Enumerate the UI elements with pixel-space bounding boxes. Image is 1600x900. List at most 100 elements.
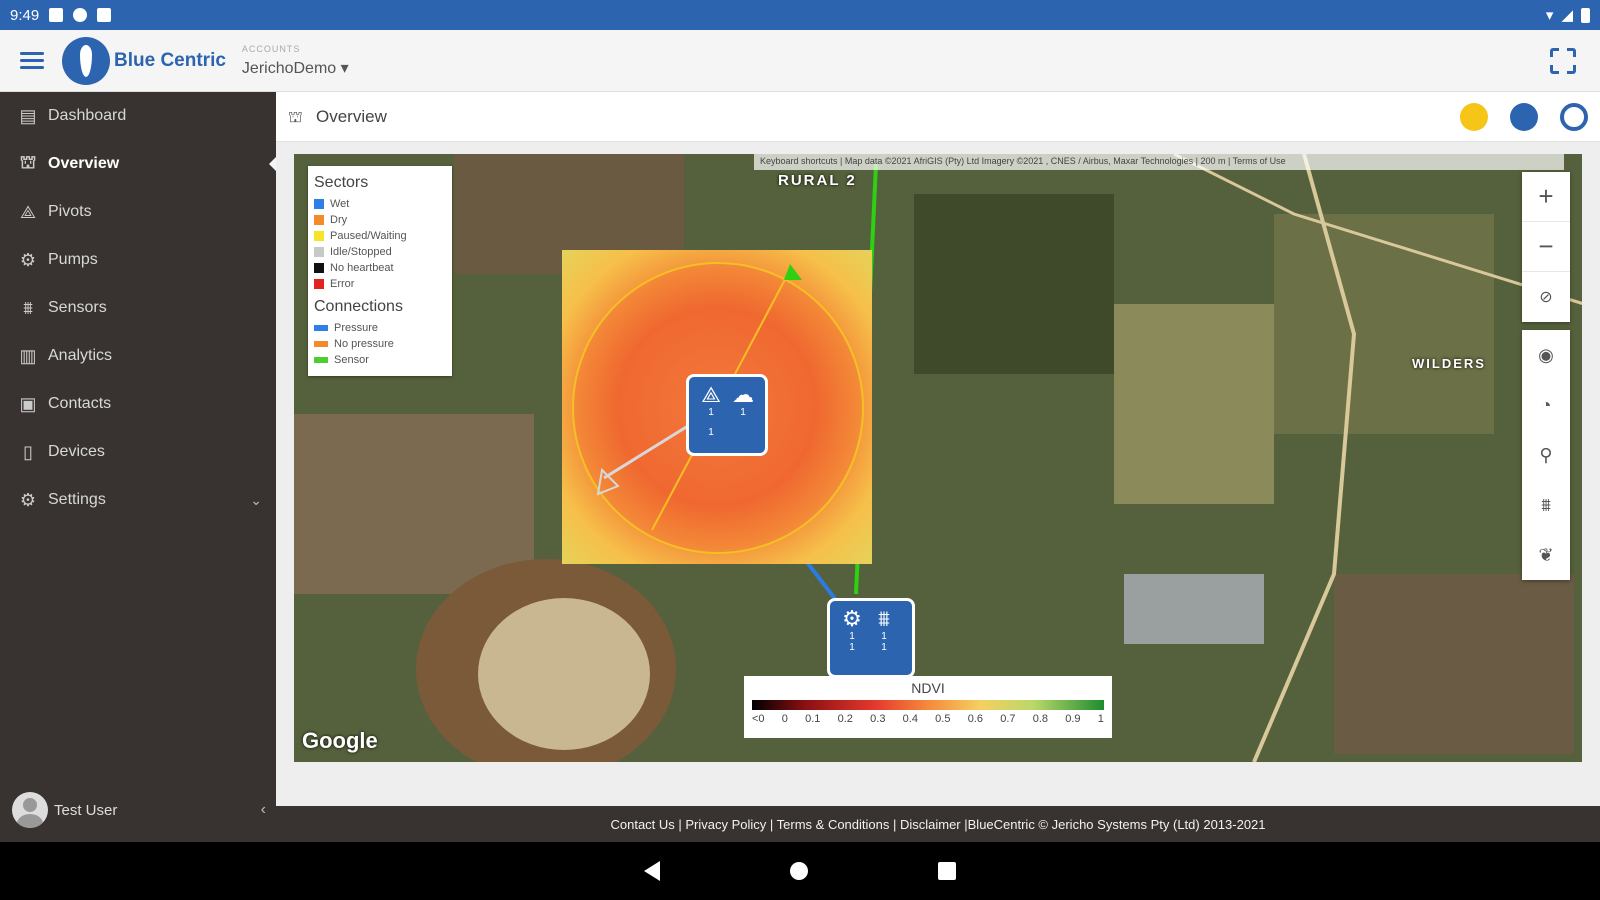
ndvi-ticks: <0 0 0.1 0.2 0.3 0.4 0.5 0.6 0.7 0.8 0.9 1 [752, 713, 1104, 725]
home-button[interactable] [790, 862, 808, 880]
sensor-idle-count: 1 [881, 642, 887, 653]
pivot-device-card[interactable]: ⟁ 1 ☁ 1 1 [686, 374, 768, 456]
pump-icon: ⚙ [19, 249, 37, 270]
notification-icon [49, 8, 64, 22]
legend-item: Idle/Stopped [314, 244, 446, 260]
sidebar-item-label: Devices [48, 443, 105, 460]
overview-icon: ⛫ [19, 152, 37, 172]
sidebar-item-label: Settings [48, 491, 106, 508]
sidebar-item-label: Pumps [48, 251, 98, 268]
recents-button[interactable] [938, 862, 956, 880]
legend-item: Dry [314, 212, 446, 228]
legend-item: No heartbeat [314, 260, 446, 276]
app-logo: Blue Centric [62, 36, 226, 85]
sidebar-item-overview[interactable]: ⛫ Overview [0, 140, 277, 188]
zoom-out-button[interactable]: − [1522, 222, 1570, 272]
ndvi-legend: NDVI <0 0 0.1 0.2 0.3 0.4 0.5 0.6 0.7 0.8 0.9… [744, 676, 1112, 738]
rain-cloud-icon: ☁ [732, 382, 754, 407]
location-pin-icon[interactable]: ⚲ [1522, 430, 1570, 480]
globe-icon[interactable] [1510, 102, 1538, 131]
google-logo: Google [302, 728, 378, 753]
sidebar-item-label: Pivots [48, 203, 92, 220]
page-title: Overview [316, 106, 387, 126]
pump-online-count: 1 [849, 631, 855, 642]
sidebar-item-label: Dashboard [48, 107, 127, 124]
map-attribution[interactable]: Keyboard shortcuts | Map data ©2021 Afri… [754, 154, 1564, 170]
sidebar-item-pivots[interactable]: ⟁ Pivots [0, 188, 276, 236]
status-time: 9:49 [10, 6, 40, 24]
account-label: ACCOUNTS [241, 43, 301, 54]
map-legend: Sectors Wet Dry Paused/Waiting Idle/Stop… [308, 166, 452, 376]
app-header: Blue Centric ACCOUNTS JerichoDemo ▾ [0, 30, 1600, 92]
weather-icon[interactable] [1460, 102, 1488, 131]
pump-idle-count: 1 [849, 642, 855, 653]
sidebar-item-label: Sensors [48, 299, 107, 316]
ndvi-title: NDVI [911, 680, 945, 696]
overview-icon: ⛫ [288, 108, 303, 126]
footer-links[interactable]: Contact Us | Privacy Policy | Terms & Co… [276, 806, 1600, 842]
chevron-down-icon[interactable]: ⌄ [250, 492, 262, 509]
sidebar-item-settings[interactable]: ⚙ Settings ⌄ [0, 476, 276, 524]
sidebar-item-sensors[interactable]: ⩩ Sensors [0, 284, 276, 332]
legend-item: Error [314, 276, 446, 292]
legend-item: Wet [314, 196, 446, 212]
pivot-online-count: 1 [708, 407, 714, 418]
analytics-icon: ▥ [19, 345, 37, 366]
sd-card-icon [97, 8, 112, 22]
water-drop-logo-icon [62, 36, 110, 85]
dashboard-icon: ▤ [19, 105, 37, 126]
pivot-icon: ⟁ [19, 201, 37, 222]
sidebar-item-analytics[interactable]: ▥ Analytics [0, 332, 276, 380]
sectors-icon[interactable]: ◔ [1522, 380, 1570, 430]
satellite-map[interactable]: Keyboard shortcuts | Map data ©2021 Afri… [294, 154, 1582, 762]
page-header: ⛫ Overview [276, 92, 1600, 142]
back-button[interactable] [644, 861, 660, 881]
connections-icon[interactable]: ⩩ [1522, 480, 1570, 530]
pump-device-card[interactable]: ⚙ 1 1 ⩩ 1 1 [827, 598, 915, 678]
sidebar-item-label: Contacts [48, 395, 112, 412]
menu-icon[interactable] [20, 48, 44, 73]
pump-icon: ⚙ [842, 606, 862, 631]
map-imagery [294, 154, 1582, 762]
account-selector[interactable]: ACCOUNTS JerichoDemo ▾ [242, 44, 349, 78]
account-dropdown[interactable]: JerichoDemo ▾ [242, 58, 349, 78]
legend-item: Sensor [314, 352, 446, 368]
refresh-icon[interactable] [1560, 102, 1588, 131]
android-nav-bar [0, 842, 1600, 900]
sidebar: ▤ Dashboard ⛫ Overview ⟁ Pivots ⚙ Pumps … [0, 92, 277, 842]
wifi-icon: ▾ [1545, 7, 1554, 24]
sensor-icon: ⩩ [878, 606, 890, 631]
legend-sectors-title: Sectors [314, 174, 369, 191]
sidebar-item-dashboard[interactable]: ▤ Dashboard [0, 92, 276, 140]
zoom-controls: + − ⊘ [1522, 172, 1570, 322]
sensor-icon: ⩩ [23, 297, 33, 318]
sidebar-item-label: Overview [48, 155, 120, 172]
user-profile[interactable]: Test User ‹ [12, 792, 266, 828]
sidebar-item-pumps[interactable]: ⚙ Pumps [0, 236, 276, 284]
logo-text: Blue Centric [114, 49, 226, 71]
app-notification-icon [73, 8, 88, 22]
map-place-label: RURAL 2 [778, 172, 857, 189]
chevron-left-icon[interactable]: ‹ [261, 801, 266, 819]
sidebar-item-contacts[interactable]: ▣ Contacts [0, 380, 276, 428]
legend-item: No pressure [314, 336, 446, 352]
ndvi-layer-icon[interactable]: ❦ [1522, 530, 1570, 580]
avatar[interactable] [12, 792, 48, 828]
contacts-icon: ▣ [19, 393, 37, 414]
sensor-online-count: 1 [881, 631, 887, 642]
pivot-icon: ⟁ [701, 382, 721, 407]
ndvi-color-scale [752, 700, 1104, 710]
hide-layer-icon[interactable]: ⊘ [1522, 272, 1570, 322]
sidebar-item-label: Analytics [48, 347, 113, 364]
eye-icon[interactable]: ◉ [1522, 330, 1570, 380]
map-tools: ◉ ◔ ⚲ ⩩ ❦ [1522, 330, 1570, 580]
main-content: ⛫ Overview Keyboard shortcuts | Map data… [276, 92, 1600, 806]
fullscreen-icon[interactable] [1549, 46, 1579, 77]
battery-icon [1581, 7, 1590, 23]
legend-item: Paused/Waiting [314, 228, 446, 244]
sidebar-item-devices[interactable]: ▯ Devices [0, 428, 276, 476]
gear-icon: ⚙ [19, 489, 37, 510]
zoom-in-button[interactable]: + [1522, 172, 1570, 222]
user-name: Test User [54, 801, 118, 819]
legend-item: Pressure [314, 320, 446, 336]
